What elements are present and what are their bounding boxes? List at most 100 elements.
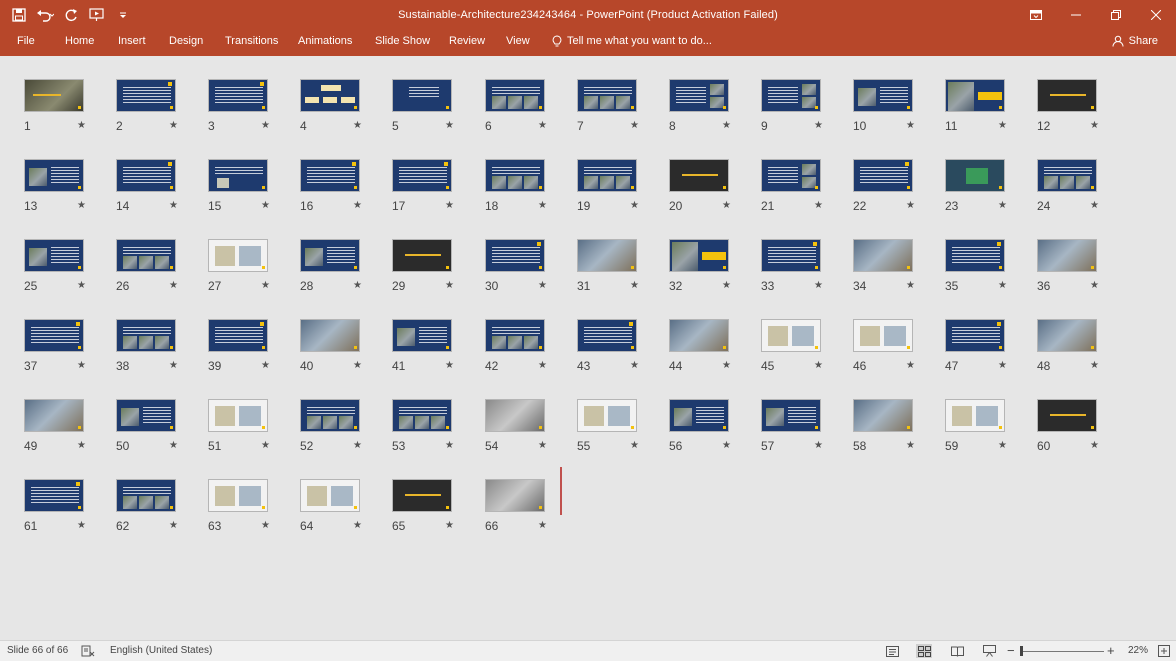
star-icon[interactable]: ★ — [630, 360, 639, 372]
slide-thumbnail[interactable]: 50 ★ — [114, 382, 194, 453]
slide-thumbnail[interactable]: 60 ★ — [1035, 382, 1115, 453]
slide-thumbnail[interactable]: 23 ★ — [943, 142, 1023, 213]
slide-thumbnail[interactable]: 45 ★ — [759, 302, 839, 373]
star-icon[interactable]: ★ — [538, 360, 547, 372]
zoom-out-button[interactable]: − — [1007, 641, 1015, 661]
slide-thumbnail[interactable]: 43 ★ — [575, 302, 655, 373]
star-icon[interactable]: ★ — [814, 200, 823, 212]
star-icon[interactable]: ★ — [445, 280, 454, 292]
star-icon[interactable]: ★ — [814, 360, 823, 372]
undo-button[interactable] — [34, 4, 56, 26]
star-icon[interactable]: ★ — [1090, 120, 1099, 132]
slide-thumbnail[interactable]: 39 ★ — [206, 302, 286, 373]
zoom-slider-thumb[interactable] — [1020, 646, 1023, 656]
star-icon[interactable]: ★ — [630, 120, 639, 132]
star-icon[interactable]: ★ — [77, 520, 86, 532]
slide-thumbnail[interactable]: 9 ★ — [759, 62, 839, 133]
star-icon[interactable]: ★ — [998, 200, 1007, 212]
star-icon[interactable]: ★ — [1090, 440, 1099, 452]
slide-thumbnail[interactable]: 32 ★ — [667, 222, 747, 293]
star-icon[interactable]: ★ — [906, 360, 915, 372]
reading-view-button[interactable] — [949, 644, 965, 658]
spelling-check-button[interactable] — [80, 644, 96, 658]
slide-thumbnail[interactable]: 8 ★ — [667, 62, 747, 133]
zoom-level[interactable]: 22% — [1128, 641, 1148, 661]
star-icon[interactable]: ★ — [538, 520, 547, 532]
slide-thumbnail[interactable]: 62 ★ — [114, 462, 194, 533]
star-icon[interactable]: ★ — [722, 360, 731, 372]
zoom-in-button[interactable]: + — [1107, 641, 1115, 661]
star-icon[interactable]: ★ — [353, 440, 362, 452]
star-icon[interactable]: ★ — [261, 120, 270, 132]
slide-thumbnail[interactable]: 56 ★ — [667, 382, 747, 453]
minimize-button[interactable] — [1056, 0, 1096, 30]
star-icon[interactable]: ★ — [998, 280, 1007, 292]
slide-thumbnail[interactable]: 59 ★ — [943, 382, 1023, 453]
slide-thumbnail[interactable]: 48 ★ — [1035, 302, 1115, 373]
language-indicator[interactable]: English (United States) — [110, 641, 212, 661]
slide-thumbnail[interactable]: 58 ★ — [851, 382, 931, 453]
slide-thumbnail[interactable]: 49 ★ — [22, 382, 102, 453]
slide-thumbnail[interactable]: 2 ★ — [114, 62, 194, 133]
slide-thumbnail[interactable]: 13 ★ — [22, 142, 102, 213]
slide-thumbnail[interactable]: 52 ★ — [298, 382, 378, 453]
star-icon[interactable]: ★ — [445, 440, 454, 452]
star-icon[interactable]: ★ — [261, 360, 270, 372]
star-icon[interactable]: ★ — [261, 520, 270, 532]
tab-design[interactable]: Design — [169, 30, 203, 52]
share-button[interactable]: Share — [1108, 31, 1162, 51]
star-icon[interactable]: ★ — [538, 440, 547, 452]
star-icon[interactable]: ★ — [538, 200, 547, 212]
slide-thumbnail[interactable]: 38 ★ — [114, 302, 194, 373]
zoom-slider-track[interactable] — [1022, 651, 1104, 652]
slide-thumbnail[interactable]: 31 ★ — [575, 222, 655, 293]
slide-thumbnail[interactable]: 7 ★ — [575, 62, 655, 133]
star-icon[interactable]: ★ — [906, 200, 915, 212]
star-icon[interactable]: ★ — [77, 200, 86, 212]
star-icon[interactable]: ★ — [261, 280, 270, 292]
star-icon[interactable]: ★ — [814, 280, 823, 292]
tab-file[interactable]: File — [17, 30, 35, 52]
slide-thumbnail[interactable]: 18 ★ — [483, 142, 563, 213]
star-icon[interactable]: ★ — [998, 360, 1007, 372]
restore-button[interactable] — [1096, 0, 1136, 30]
slide-thumbnail[interactable]: 10 ★ — [851, 62, 931, 133]
redo-button[interactable] — [60, 4, 82, 26]
tab-home[interactable]: Home — [65, 30, 94, 52]
slide-thumbnail[interactable]: 33 ★ — [759, 222, 839, 293]
star-icon[interactable]: ★ — [538, 280, 547, 292]
slide-thumbnail[interactable]: 5 ★ — [390, 62, 470, 133]
slideshow-from-start-button[interactable] — [86, 4, 108, 26]
slide-thumbnail[interactable]: 21 ★ — [759, 142, 839, 213]
slide-thumbnail[interactable]: 24 ★ — [1035, 142, 1115, 213]
tell-me-box[interactable]: Tell me what you want to do... — [552, 30, 712, 52]
star-icon[interactable]: ★ — [814, 440, 823, 452]
star-icon[interactable]: ★ — [445, 520, 454, 532]
slide-thumbnail[interactable]: 37 ★ — [22, 302, 102, 373]
star-icon[interactable]: ★ — [1090, 200, 1099, 212]
slide-thumbnail[interactable]: 22 ★ — [851, 142, 931, 213]
slide-thumbnail[interactable]: 27 ★ — [206, 222, 286, 293]
star-icon[interactable]: ★ — [77, 120, 86, 132]
star-icon[interactable]: ★ — [169, 360, 178, 372]
star-icon[interactable]: ★ — [1090, 360, 1099, 372]
slide-thumbnail[interactable]: 54 ★ — [483, 382, 563, 453]
slide-thumbnail[interactable]: 1 ★ — [22, 62, 102, 133]
slide-thumbnail[interactable]: 34 ★ — [851, 222, 931, 293]
star-icon[interactable]: ★ — [998, 440, 1007, 452]
slide-thumbnail[interactable]: 28 ★ — [298, 222, 378, 293]
star-icon[interactable]: ★ — [77, 360, 86, 372]
star-icon[interactable]: ★ — [630, 440, 639, 452]
slide-thumbnail[interactable]: 26 ★ — [114, 222, 194, 293]
star-icon[interactable]: ★ — [630, 280, 639, 292]
star-icon[interactable]: ★ — [169, 520, 178, 532]
slide-thumbnail[interactable]: 65 ★ — [390, 462, 470, 533]
slide-thumbnail[interactable]: 4 ★ — [298, 62, 378, 133]
tab-review[interactable]: Review — [449, 30, 485, 52]
tab-animations[interactable]: Animations — [298, 30, 352, 52]
star-icon[interactable]: ★ — [1090, 280, 1099, 292]
slide-thumbnail[interactable]: 11 ★ — [943, 62, 1023, 133]
customize-toolbar-button[interactable] — [112, 4, 134, 26]
slide-thumbnail[interactable]: 6 ★ — [483, 62, 563, 133]
slide-thumbnail[interactable]: 14 ★ — [114, 142, 194, 213]
